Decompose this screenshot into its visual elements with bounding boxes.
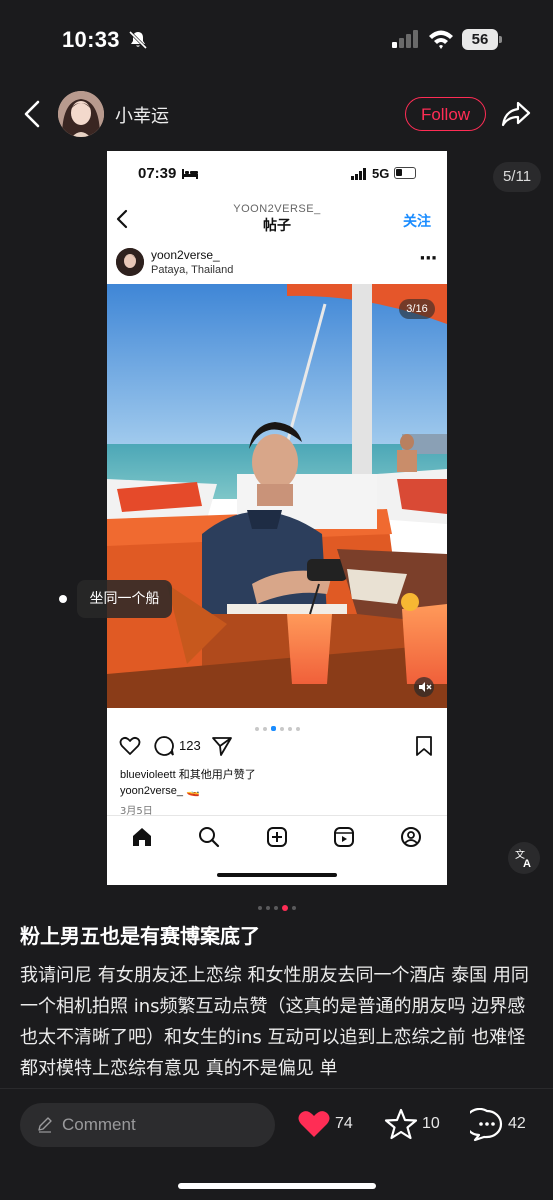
- avatar-portrait-icon: [58, 91, 104, 137]
- share-icon[interactable]: [500, 99, 532, 129]
- boat-photo: [107, 284, 447, 708]
- post-title: 粉上男五也是有赛博案底了: [20, 924, 260, 948]
- screenshot-caption: yoon2verse_ 🚤: [120, 784, 200, 797]
- screenshot-network: 5G: [372, 166, 390, 181]
- screenshot-account: yoon2verse_: [151, 248, 220, 262]
- screenshot-tab-bar: [107, 815, 447, 853]
- home-indicator: [178, 1183, 376, 1189]
- screenshot-location: Pataya, Thailand: [151, 264, 234, 276]
- screenshot-caption-emoji: 🚤: [186, 785, 200, 797]
- bell-off-icon: [128, 30, 148, 50]
- image-counter: 5/11: [493, 162, 541, 192]
- screenshot-avatar: [116, 248, 144, 276]
- post-body[interactable]: 我请问尼 有女朋友还上恋综 和女性朋友去同一个酒店 泰国 用同一个相机拍照 in…: [20, 960, 535, 1084]
- screenshot-heart-icon: [119, 736, 141, 755]
- author-avatar[interactable]: [58, 91, 104, 137]
- pencil-icon: [38, 1117, 52, 1133]
- status-time: 10:33: [62, 27, 120, 52]
- more-options-icon: ···: [419, 248, 438, 269]
- screenshot-battery-icon: [394, 167, 416, 179]
- screenshot-comment-icon: [154, 736, 174, 756]
- screenshot-time: 07:39: [138, 165, 177, 182]
- screenshot-reels-icon: [334, 827, 354, 847]
- screenshot-follow: 关注: [403, 214, 431, 230]
- back-arrow-icon[interactable]: [18, 98, 46, 130]
- screenshot-send-icon: [212, 737, 232, 756]
- svg-text:A: A: [523, 858, 531, 870]
- wifi-icon: [429, 30, 453, 49]
- battery-indicator: 56: [462, 29, 502, 50]
- heart-icon[interactable]: [297, 1109, 331, 1139]
- mute-icon: [414, 677, 434, 697]
- page-dot: [291, 905, 296, 910]
- status-bar: 10:33 56: [0, 0, 553, 80]
- star-count: 10: [422, 1115, 440, 1132]
- screenshot-title: 帖子: [263, 218, 291, 234]
- author-username[interactable]: 小幸运: [115, 102, 169, 128]
- screenshot-likes-suffix: 和其他用户赞了: [175, 769, 256, 781]
- translate-icon: 文 A: [515, 848, 531, 870]
- carousel-page-dots: [0, 897, 553, 911]
- screenshot-home-indicator: [217, 873, 337, 877]
- screenshot-avatar-icon: [116, 248, 144, 276]
- screenshot-comment-count: 123: [179, 738, 201, 753]
- screenshot-profile-icon: [401, 827, 421, 847]
- page-dot: [257, 905, 262, 910]
- screenshot-bookmark-icon: [416, 736, 432, 756]
- follow-button[interactable]: Follow: [405, 97, 486, 131]
- screenshot-signal-icon: [351, 168, 366, 180]
- screenshot-photo-dots: [107, 718, 447, 731]
- translate-button[interactable]: 文 A: [508, 842, 540, 874]
- screenshot-home-icon: [133, 828, 151, 846]
- like-count: 74: [335, 1115, 353, 1132]
- screenshot-search-icon: [199, 827, 220, 848]
- tag-dot: [59, 595, 67, 603]
- page-dot: [273, 905, 278, 910]
- star-icon[interactable]: [384, 1107, 418, 1141]
- battery-tip: [499, 36, 502, 43]
- screenshot-photo-counter: 3/16: [399, 299, 435, 319]
- screenshot-likes-line: bluevioleett 和其他用户赞了: [120, 766, 256, 782]
- cellular-signal-icon: [392, 30, 418, 48]
- post-image[interactable]: 07:39 5G YOON2VERSE_ 帖子 关注 yoon2verse_ P…: [107, 151, 447, 885]
- page-dot: [281, 904, 288, 911]
- comment-input[interactable]: Comment: [20, 1103, 275, 1147]
- page-dot: [265, 905, 270, 910]
- comment-count: 42: [508, 1115, 526, 1132]
- screenshot-create-icon: [267, 827, 287, 847]
- screenshot-handle: YOON2VERSE_: [233, 203, 321, 215]
- image-tag[interactable]: 坐同一个船: [77, 580, 172, 618]
- battery-level: 56: [462, 29, 498, 50]
- screenshot-likes-user: bluevioleett: [120, 769, 176, 781]
- comment-bubble-icon[interactable]: [470, 1108, 504, 1142]
- sleep-mode-icon: [182, 169, 198, 179]
- screenshot-caption-user: yoon2verse_: [120, 785, 183, 797]
- comment-placeholder: Comment: [62, 1115, 136, 1134]
